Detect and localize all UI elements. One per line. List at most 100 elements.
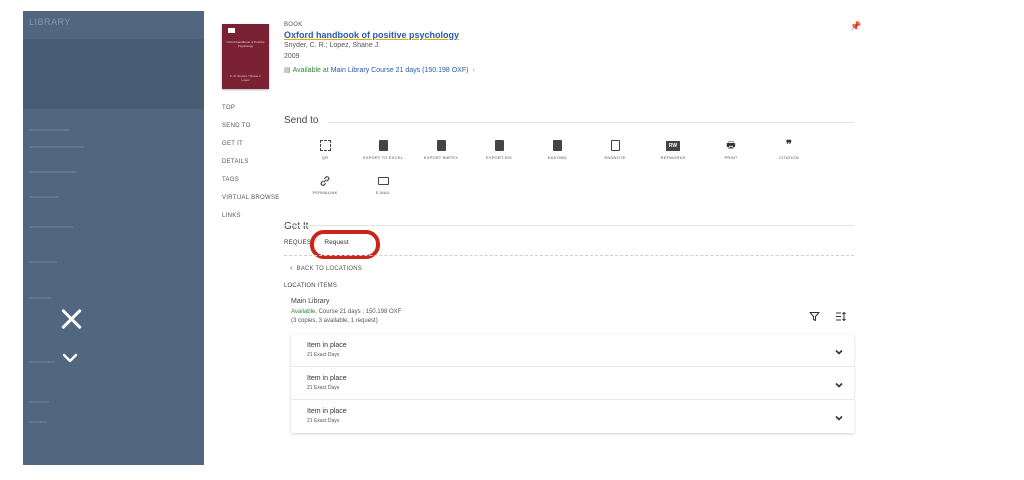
ghost-line [29, 297, 51, 299]
chevron-right-icon: › [472, 66, 475, 74]
action-label: REFWORKS [660, 155, 686, 160]
back-to-locations-link[interactable]: ‹ BACK TO LOCATIONS [290, 265, 362, 272]
ghost-line [29, 261, 57, 263]
export-ris-button[interactable]: EXPORT RIS [470, 139, 528, 160]
print-icon: 🖶 [726, 140, 736, 151]
book-cover[interactable]: Oxford Handbook of Positive Psychology C… [222, 24, 269, 89]
ghost-line [29, 421, 47, 423]
pin-icon[interactable]: 📌 [850, 21, 861, 32]
ghost-line [29, 401, 49, 403]
chevron-down-icon[interactable] [834, 410, 844, 421]
cover-authors: C. R. Snyder / Shane J. Lopez [229, 74, 262, 82]
library-availability: Available, Course 21 days ; 150.198 OXF [291, 309, 401, 315]
send-to-actions: QR EXPORT TO EXCEL EXPORT BIBTEX EXPORT … [296, 139, 856, 195]
ghost-line [29, 226, 73, 228]
action-label: EXPORT BIBTEX [423, 155, 459, 160]
easybib-icon [552, 140, 562, 151]
action-label: PERMALINK [312, 190, 338, 195]
nav-top[interactable]: TOP [222, 105, 280, 123]
divider [284, 225, 854, 226]
ghost-line [29, 146, 84, 148]
refworks-icon: RW [666, 140, 680, 151]
ghost-line [29, 129, 69, 131]
record-year: 2009 [284, 53, 300, 60]
location-items-label: LOCATION ITEMS [284, 283, 338, 289]
filter-icon[interactable] [809, 311, 820, 325]
item-status: Item in place [307, 408, 347, 415]
book-shelf-icon: ▤ [284, 67, 291, 74]
item-policy: 21 Exact Days [307, 385, 340, 391]
mail-icon [377, 176, 389, 185]
record-type: BOOK [284, 22, 303, 28]
availability-location: Main Library Course 21 days (150.198 OXF… [330, 66, 469, 74]
permalink-button[interactable]: PERMALINK [296, 174, 354, 195]
send-qr-button[interactable]: QR [296, 139, 354, 160]
bibtex-icon [436, 140, 446, 151]
export-bibtex-button[interactable]: EXPORT BIBTEX [412, 139, 470, 160]
record-title-link[interactable]: Oxford handbook of positive psychology [284, 30, 459, 40]
close-icon[interactable] [59, 307, 83, 331]
refworks-button[interactable]: RW REFWORKS [644, 139, 702, 160]
endnote-button[interactable]: ENDNOTE [586, 139, 644, 160]
record-card: Oxford Handbook of Positive Psychology C… [204, 11, 1002, 465]
qr-icon [319, 140, 331, 151]
side-overlay-panel: LIBRARY [23, 11, 204, 465]
send-to-title: Send to [284, 115, 319, 126]
nav-get-it[interactable]: GET IT [222, 141, 280, 159]
request-tab[interactable]: Request [324, 239, 348, 246]
library-name: Main Library [291, 298, 330, 305]
print-button[interactable]: 🖶 PRINT [702, 139, 760, 160]
export-excel-button[interactable]: EXPORT TO EXCEL [354, 139, 412, 160]
cover-flag [228, 28, 235, 33]
action-label: CITATION [779, 155, 799, 160]
item-status: Item in place [307, 342, 347, 349]
library-available-status: Available [291, 309, 316, 315]
get-it-title: Get It [284, 221, 309, 232]
item-policy: 21 Exact Days [307, 418, 340, 424]
nav-send-to[interactable]: SEND TO [222, 123, 280, 141]
action-label: EASYBIB [547, 155, 567, 160]
ghost-line [29, 361, 55, 363]
dashed-divider [284, 255, 854, 256]
chevron-down-icon[interactable] [834, 377, 844, 388]
section-nav: TOP SEND TO GET IT DETAILS TAGS VIRTUAL … [222, 105, 280, 231]
nav-virtual-browse[interactable]: VIRTUAL BROWSE [222, 195, 280, 213]
chevron-left-icon: ‹ [290, 265, 293, 272]
nav-links[interactable]: LINKS [222, 213, 280, 231]
nav-details[interactable]: DETAILS [222, 159, 280, 177]
ris-icon [494, 140, 504, 151]
back-label: BACK TO LOCATIONS [296, 266, 362, 272]
action-label: PRINT [724, 155, 738, 160]
action-label: ENDNOTE [604, 155, 626, 160]
item-status: Item in place [307, 375, 347, 382]
action-label: EXPORT TO EXCEL [362, 155, 404, 160]
endnote-icon [610, 140, 620, 151]
citation-button[interactable]: ❞ CITATION [760, 139, 818, 160]
email-button[interactable]: E-MAIL [354, 174, 412, 195]
request-tabs: REQUEST: Request [284, 239, 349, 246]
cover-title: Oxford Handbook of Positive Psychology [226, 40, 265, 48]
library-details: , Course 21 days ; 150.198 OXF [315, 309, 402, 315]
list-item[interactable]: Item in place 21 Exact Days [291, 367, 854, 400]
excel-icon [378, 140, 388, 151]
library-copies: (3 copies, 3 available, 1 request) [291, 318, 378, 324]
divider [328, 122, 854, 123]
request-label: REQUEST: [284, 239, 317, 246]
list-item[interactable]: Item in place 21 Exact Days [291, 400, 854, 433]
sort-icon[interactable] [835, 311, 847, 325]
item-policy: 21 Exact Days [307, 352, 340, 358]
quote-icon: ❞ [786, 139, 792, 151]
link-icon [319, 174, 331, 187]
chevron-down-icon[interactable] [62, 350, 78, 366]
ghost-line [29, 171, 77, 173]
nav-tags[interactable]: TAGS [222, 177, 280, 195]
list-item[interactable]: Item in place 21 Exact Days [291, 334, 854, 367]
action-label: QR [321, 155, 329, 160]
items-list: Item in place 21 Exact Days Item in plac… [291, 334, 854, 433]
chevron-down-icon[interactable] [834, 344, 844, 355]
action-label: EXPORT RIS [485, 155, 513, 160]
record-authors: Snyder, C. R.; Lopez, Shane J. [284, 42, 381, 49]
action-label: E-MAIL [375, 190, 391, 195]
availability-link[interactable]: ▤ Available at Main Library Course 21 da… [284, 66, 475, 75]
easybib-button[interactable]: EASYBIB [528, 139, 586, 160]
